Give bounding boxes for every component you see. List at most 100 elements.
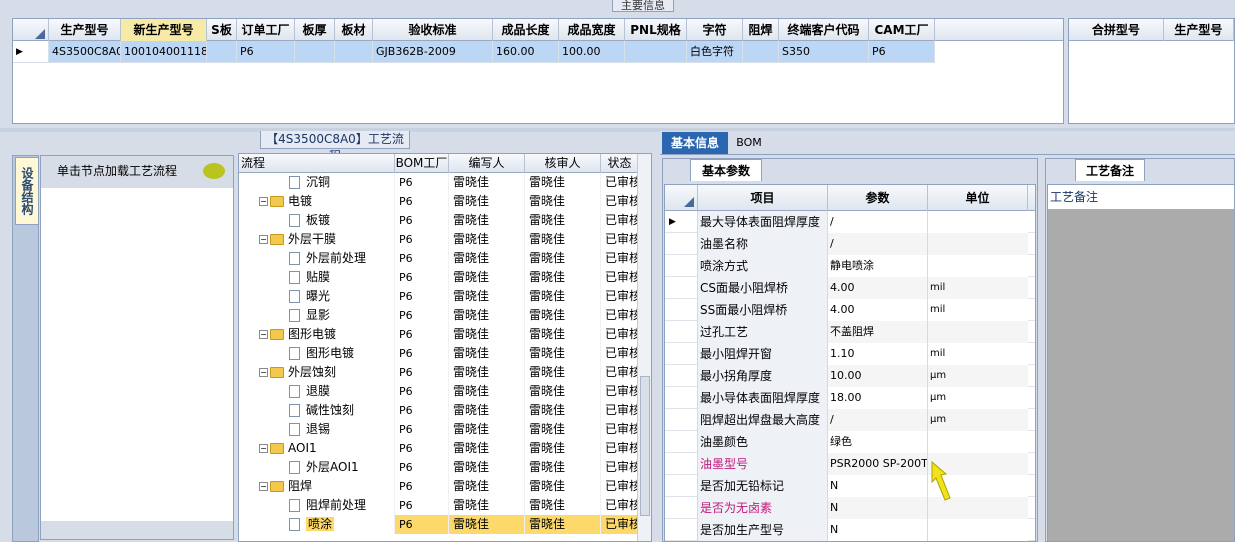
param-row[interactable]: 喷涂方式 静电喷涂 bbox=[665, 255, 1035, 277]
process-row[interactable]: 喷涂 P6 雷晓佳 雷晓佳 已审核 bbox=[239, 515, 651, 534]
process-row[interactable]: 沉铜 P6 雷晓佳 雷晓佳 已审核 bbox=[239, 173, 651, 192]
orders-col-header[interactable]: 阻焊 bbox=[743, 19, 779, 41]
process-reviewer-cell: 雷晓佳 bbox=[525, 420, 601, 439]
orders-cell: GJB362B-2009 bbox=[373, 41, 493, 63]
params-col-unit[interactable]: 单位 bbox=[928, 185, 1028, 211]
process-row[interactable]: 退膜 P6 雷晓佳 雷晓佳 已审核 bbox=[239, 382, 651, 401]
param-value: / bbox=[828, 233, 928, 255]
process-col-header[interactable]: 流程 bbox=[239, 154, 395, 173]
process-row[interactable]: − 外层蚀刻 P6 雷晓佳 雷晓佳 已审核 bbox=[239, 363, 651, 382]
merge-grid[interactable]: 合拼型号 生产型号 bbox=[1068, 18, 1235, 124]
tab-bom[interactable]: BOM bbox=[734, 132, 764, 154]
param-row[interactable]: 油墨颜色 绿色 bbox=[665, 431, 1035, 453]
orders-col-header[interactable]: 成品长度 bbox=[493, 19, 559, 41]
process-name-cell: 外层AOI1 bbox=[239, 458, 395, 477]
param-row[interactable]: 最小拐角厚度 10.00 μm bbox=[665, 365, 1035, 387]
param-item: 最小阻焊开窗 bbox=[698, 343, 828, 365]
orders-col-header[interactable]: CAM工厂 bbox=[869, 19, 935, 41]
merge-col-header[interactable]: 生产型号 bbox=[1164, 19, 1234, 41]
orders-grid[interactable]: 生产型号 新生产型号 S板 订单工厂 板厚 板材 验收标准 成品长度 成品宽度 PNL规格 字符 阻焊… bbox=[12, 18, 1064, 124]
process-reviewer-cell: 雷晓佳 bbox=[525, 382, 601, 401]
process-status-cell: 已审核 bbox=[601, 363, 639, 382]
process-reviewer-cell: 雷晓佳 bbox=[525, 401, 601, 420]
process-row[interactable]: 贴膜 P6 雷晓佳 雷晓佳 已审核 bbox=[239, 268, 651, 287]
orders-col-header[interactable]: 终端客户代码 bbox=[779, 19, 869, 41]
tab-process-notes[interactable]: 工艺备注 bbox=[1075, 159, 1145, 181]
orders-col-header[interactable]: 验收标准 bbox=[373, 19, 493, 41]
collapse-icon[interactable]: − bbox=[259, 330, 268, 339]
notes-area[interactable]: 工艺备注 bbox=[1047, 184, 1235, 542]
orders-col-header[interactable]: 订单工厂 bbox=[237, 19, 295, 41]
param-row[interactable]: SS面最小阻焊桥 4.00 mil bbox=[665, 299, 1035, 321]
orders-col-header[interactable]: 板厚 bbox=[295, 19, 335, 41]
hint-bar[interactable]: 单击节点加载工艺流程 bbox=[41, 156, 233, 188]
orders-col-header[interactable]: 生产型号 bbox=[49, 19, 121, 41]
document-icon bbox=[289, 347, 300, 360]
param-row[interactable]: 是否加无铅标记 N bbox=[665, 475, 1035, 497]
params-grid[interactable]: 项目 参数 单位 ▶ 最大导体表面阻焊厚度 / 油墨名称 / 喷涂方式 静电喷涂 CS面最小阻… bbox=[664, 184, 1036, 542]
param-row[interactable]: 是否为无卤素 N bbox=[665, 497, 1035, 519]
tab-basic-params[interactable]: 基本参数 bbox=[690, 159, 762, 181]
process-col-header[interactable]: 核审人 bbox=[525, 154, 601, 173]
collapse-icon[interactable]: − bbox=[259, 482, 268, 491]
process-row[interactable]: − 图形电镀 P6 雷晓佳 雷晓佳 已审核 bbox=[239, 325, 651, 344]
tab-basic-info[interactable]: 基本信息 bbox=[662, 132, 728, 154]
process-row[interactable]: − 阻焊 P6 雷晓佳 雷晓佳 已审核 bbox=[239, 477, 651, 496]
process-row[interactable]: 外层前处理 P6 雷晓佳 雷晓佳 已审核 bbox=[239, 249, 651, 268]
process-col-header[interactable]: 编写人 bbox=[449, 154, 525, 173]
process-bom-cell: P6 bbox=[395, 211, 449, 230]
process-writer-cell: 雷晓佳 bbox=[449, 230, 525, 249]
param-row[interactable]: 过孔工艺 不盖阻焊 bbox=[665, 321, 1035, 343]
params-col-item[interactable]: 项目 bbox=[698, 185, 828, 211]
process-name: 电镀 bbox=[288, 194, 313, 208]
collapse-icon[interactable]: − bbox=[259, 235, 268, 244]
process-row[interactable]: 曝光 P6 雷晓佳 雷晓佳 已审核 bbox=[239, 287, 651, 306]
param-row[interactable]: CS面最小阻焊桥 4.00 mil bbox=[665, 277, 1035, 299]
process-row[interactable]: 外层AOI1 P6 雷晓佳 雷晓佳 已审核 bbox=[239, 458, 651, 477]
param-row[interactable]: 阻焊超出焊盘最大高度 / μm bbox=[665, 409, 1035, 431]
param-row[interactable]: 是否加生产型号 N bbox=[665, 519, 1035, 541]
process-row[interactable]: 显影 P6 雷晓佳 雷晓佳 已审核 bbox=[239, 306, 651, 325]
process-scrollbar[interactable] bbox=[637, 154, 651, 541]
process-scroll-thumb[interactable] bbox=[640, 376, 650, 516]
process-row[interactable]: − AOI1 P6 雷晓佳 雷晓佳 已审核 bbox=[239, 439, 651, 458]
collapse-icon[interactable]: − bbox=[259, 197, 268, 206]
process-row[interactable]: 阻焊前处理 P6 雷晓佳 雷晓佳 已审核 bbox=[239, 496, 651, 515]
orders-col-header[interactable]: 成品宽度 bbox=[559, 19, 625, 41]
process-row[interactable]: 图形电镀 P6 雷晓佳 雷晓佳 已审核 bbox=[239, 344, 651, 363]
orders-col-header[interactable]: S板 bbox=[207, 19, 237, 41]
process-col-header[interactable]: 状态 bbox=[601, 154, 639, 173]
process-writer-cell: 雷晓佳 bbox=[449, 306, 525, 325]
param-row[interactable]: ▶ 最大导体表面阻焊厚度 / bbox=[665, 211, 1035, 233]
tab-equipment-structure[interactable]: 设备结构 bbox=[15, 157, 39, 225]
param-row[interactable]: 油墨型号 PSR2000 SP-200T bbox=[665, 453, 1035, 475]
orders-col-header[interactable]: 新生产型号 bbox=[121, 19, 207, 41]
process-reviewer-cell: 雷晓佳 bbox=[525, 211, 601, 230]
process-name: 曝光 bbox=[306, 289, 331, 303]
merge-col-header[interactable]: 合拼型号 bbox=[1069, 19, 1164, 41]
param-unit bbox=[928, 321, 1028, 343]
orders-col-header[interactable]: 板材 bbox=[335, 19, 373, 41]
process-row[interactable]: 板镀 P6 雷晓佳 雷晓佳 已审核 bbox=[239, 211, 651, 230]
collapse-icon[interactable]: − bbox=[259, 368, 268, 377]
orders-col-header[interactable]: 字符 bbox=[687, 19, 743, 41]
process-status-cell: 已审核 bbox=[601, 173, 639, 192]
process-col-header[interactable]: BOM工厂 bbox=[395, 154, 449, 173]
process-name: 图形电镀 bbox=[288, 327, 337, 341]
process-tree-grid[interactable]: 流程 BOM工厂 编写人 核审人 状态 沉铜 P6 雷晓佳 雷晓佳 已审核 − 电镀 P6 雷晓佳 雷晓佳… bbox=[238, 153, 652, 542]
param-row[interactable]: 最小导体表面阻焊厚度 18.00 μm bbox=[665, 387, 1035, 409]
process-name-cell: − 阻焊 bbox=[239, 477, 395, 496]
param-row[interactable]: 最小阻焊开窗 1.10 mil bbox=[665, 343, 1035, 365]
collapse-icon[interactable]: − bbox=[259, 444, 268, 453]
process-row[interactable]: 碱性蚀刻 P6 雷晓佳 雷晓佳 已审核 bbox=[239, 401, 651, 420]
process-name-cell: − 外层蚀刻 bbox=[239, 363, 395, 382]
process-row[interactable]: − 外层干膜 P6 雷晓佳 雷晓佳 已审核 bbox=[239, 230, 651, 249]
orders-col-header[interactable]: PNL规格 bbox=[625, 19, 687, 41]
process-row[interactable]: 退锡 P6 雷晓佳 雷晓佳 已审核 bbox=[239, 420, 651, 439]
orders-grid-row[interactable]: ▶ 4S3500C8A010010400111837 P6 GJB362B-2009… bbox=[13, 41, 1063, 63]
hint-panel-footer bbox=[41, 521, 233, 539]
param-row[interactable]: 油墨名称 / bbox=[665, 233, 1035, 255]
process-row[interactable]: − 电镀 P6 雷晓佳 雷晓佳 已审核 bbox=[239, 192, 651, 211]
params-col-value[interactable]: 参数 bbox=[828, 185, 928, 211]
process-bom-cell: P6 bbox=[395, 192, 449, 211]
